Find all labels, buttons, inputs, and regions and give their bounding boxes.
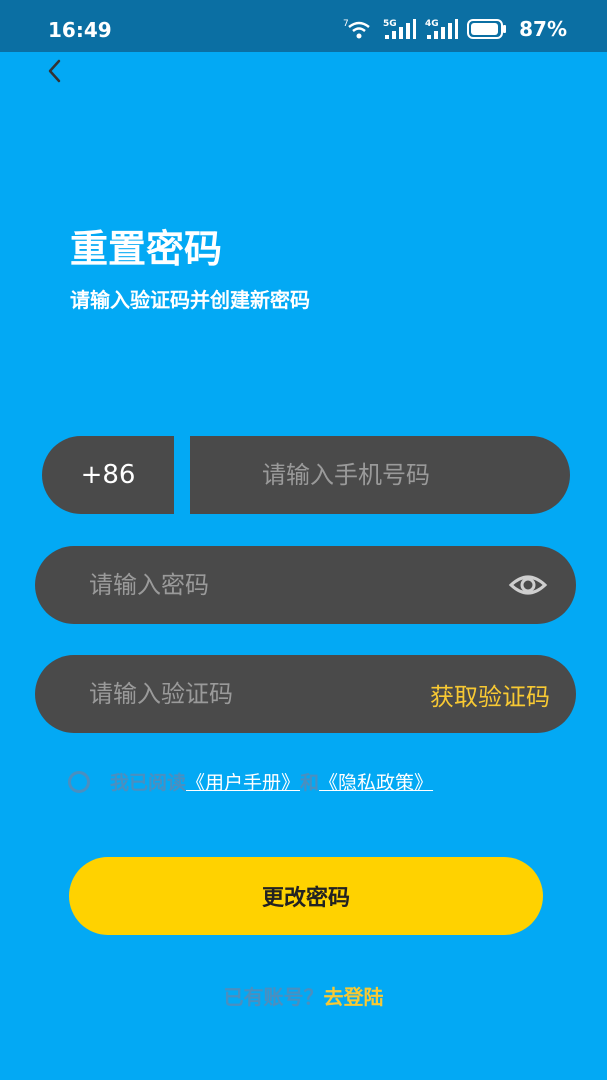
- login-row: 已有账号？去登陆: [0, 981, 607, 1010]
- status-icons: 7 5G 4G 87%: [343, 17, 567, 41]
- signal-4g-label: 4G: [425, 19, 439, 29]
- change-password-button[interactable]: 更改密码: [69, 857, 543, 935]
- agreement-and: 和: [300, 772, 320, 794]
- agree-radio[interactable]: [68, 770, 90, 793]
- battery-icon: [467, 19, 507, 39]
- signal-5g-label: 5G: [383, 19, 397, 29]
- signal-icon: 5G: [383, 19, 417, 39]
- password-field-container: [35, 545, 576, 625]
- back-chevron-icon[interactable]: [40, 56, 70, 86]
- code-field-container: 获取验证码: [35, 654, 576, 734]
- have-account-text: 已有账号？: [223, 985, 324, 1009]
- wifi-icon: 7: [343, 19, 370, 39]
- get-code-button[interactable]: 获取验证码: [430, 677, 550, 712]
- status-time: 16:49: [48, 18, 112, 42]
- eye-icon[interactable]: [508, 569, 548, 601]
- privacy-policy-link[interactable]: 《隐私政策》: [319, 768, 433, 795]
- phone-field-container: [190, 435, 570, 515]
- phone-input[interactable]: [260, 435, 554, 515]
- password-input[interactable]: [87, 545, 451, 625]
- signal-icon: 4G: [425, 19, 459, 39]
- country-code-label: +86: [80, 460, 136, 490]
- page-title: 重置密码: [70, 227, 223, 271]
- battery-percent: 87%: [519, 17, 567, 41]
- user-manual-link[interactable]: 《用户手册》: [186, 768, 300, 795]
- wifi-badge: 7: [343, 19, 349, 29]
- page-subtitle: 请输入验证码并创建新密码: [70, 288, 310, 312]
- country-code-selector[interactable]: +86: [42, 436, 174, 514]
- verification-code-input[interactable]: [87, 654, 451, 734]
- agreement-row: 我已阅读 《用户手册》 和 《隐私政策》: [68, 768, 433, 795]
- status-bar: 16:49 7 5G 4G 87%: [0, 0, 607, 52]
- agreement-prefix: 我已阅读: [110, 772, 187, 794]
- go-login-link[interactable]: 去登陆: [324, 985, 384, 1009]
